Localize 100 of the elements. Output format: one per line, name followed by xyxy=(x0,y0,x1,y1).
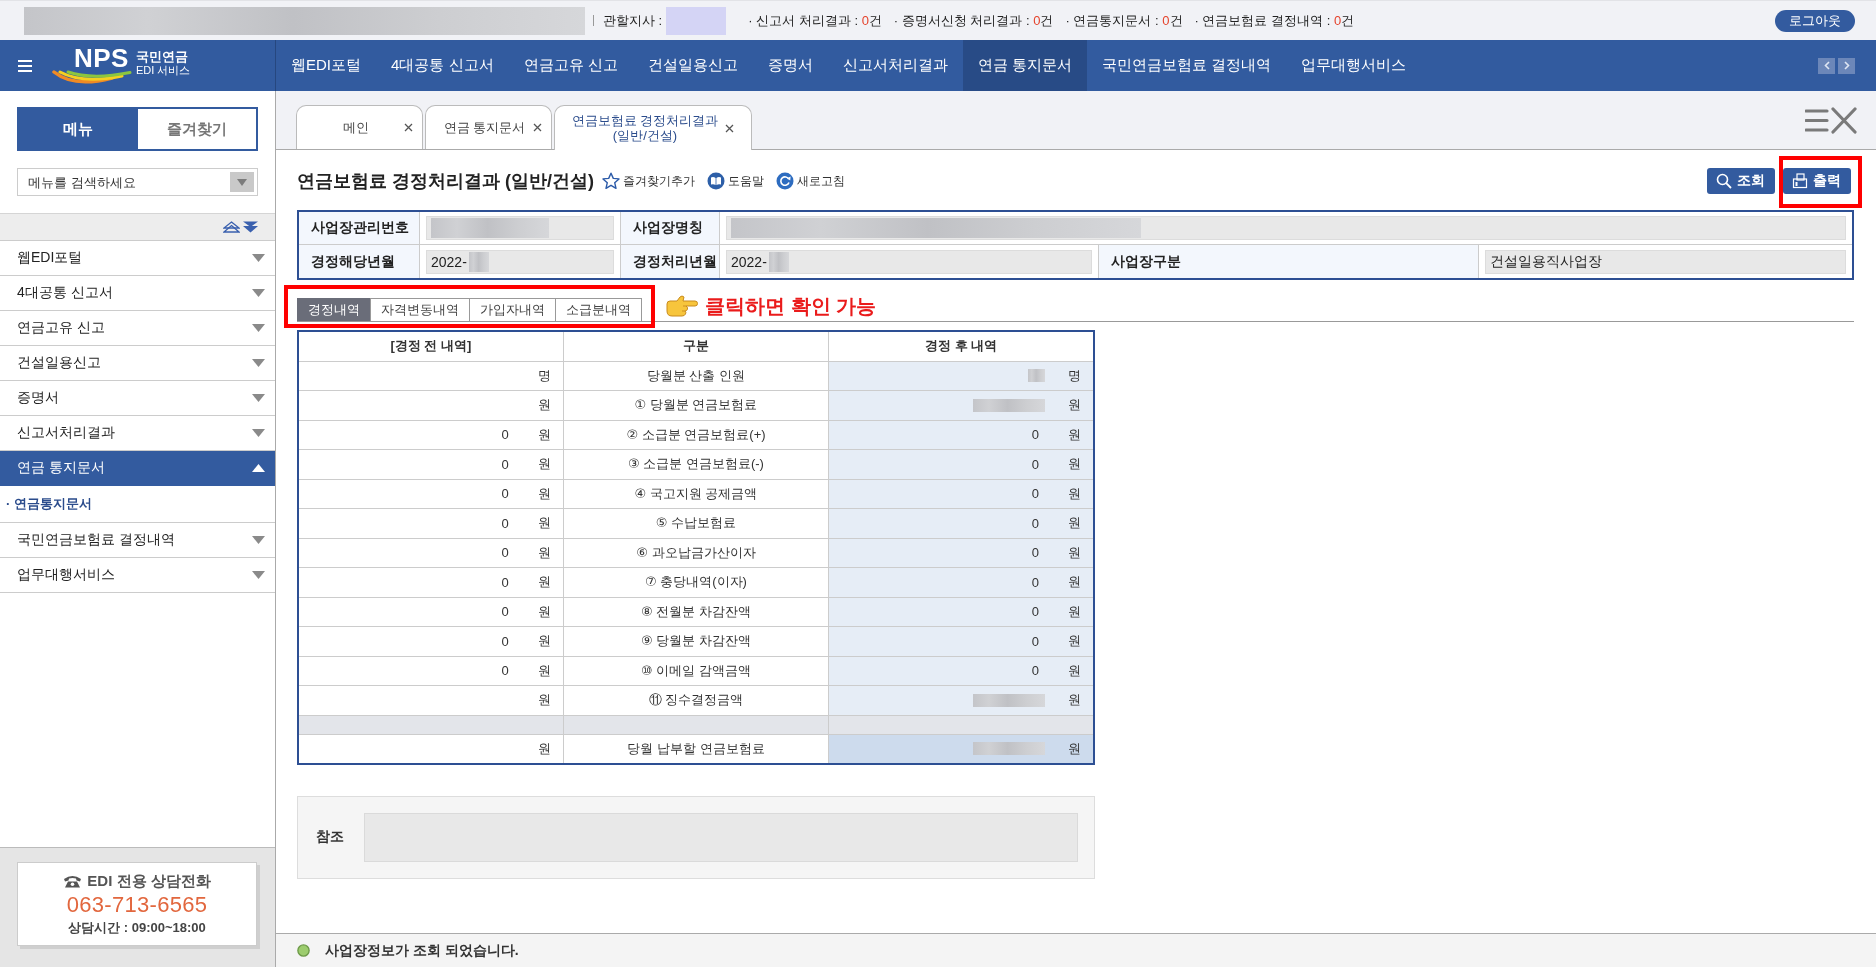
nav-menu-item[interactable]: 건설일용신고 xyxy=(632,40,753,91)
amount-value: 0 xyxy=(1031,663,1039,679)
sidebar-menu-item[interactable]: 건설일용신고 xyxy=(0,346,275,381)
close-icon[interactable] xyxy=(404,123,413,132)
menu-search-field[interactable]: 메뉴를 검색하세요 xyxy=(17,168,258,196)
sidebar-tab[interactable]: 메뉴 xyxy=(19,109,138,149)
logo-name: 국민연금 xyxy=(136,48,189,64)
unit-label: 원 xyxy=(537,573,551,592)
field-value: 2022- xyxy=(431,253,467,270)
table-header-cell: 경정 후 내역 xyxy=(828,331,1094,361)
page-tab[interactable]: 메인 xyxy=(296,105,423,149)
sidebar-menu-item[interactable]: 업무대행서비스 xyxy=(0,558,275,593)
unit-label: 원 xyxy=(537,543,551,562)
dropdown-button[interactable] xyxy=(230,172,254,192)
amount-value: 0 xyxy=(501,574,509,590)
logout-button[interactable]: 로그아웃 xyxy=(1775,9,1855,32)
caret-down-icon xyxy=(252,394,265,402)
unit-label: 원 xyxy=(537,455,551,474)
nav-menu-item[interactable]: 업무대행서비스 xyxy=(1286,40,1422,91)
caret-down-icon xyxy=(252,324,265,332)
printer-icon xyxy=(1792,173,1808,189)
unit-label: 원 xyxy=(537,514,551,533)
unit-label: 원 xyxy=(537,425,551,444)
unit-label: 원 xyxy=(1068,632,1081,651)
annotation-text: 클릭하면 확인 가능 xyxy=(705,295,877,317)
caret-down-icon xyxy=(252,289,265,297)
caret-down-icon xyxy=(252,254,265,262)
unit-label: 원 xyxy=(1068,602,1081,621)
field-label: 경정처리년월 xyxy=(621,245,720,278)
table-cell: ⑧ 전월분 차감잔액 xyxy=(563,597,829,627)
detail-tab[interactable]: 소급분내역 xyxy=(555,298,642,321)
unit-label: 원 xyxy=(1068,514,1081,533)
unit-label: 원 xyxy=(537,661,551,680)
unit-label: 원 xyxy=(1068,573,1081,592)
page-tab[interactable]: 연금보험료 경정처리결과 (일반/건설) xyxy=(554,105,752,150)
nav-menu-item[interactable]: 신고서처리결과 xyxy=(827,40,963,91)
amount-value: 0 xyxy=(501,456,509,472)
nav-menu-item[interactable]: 증명서 xyxy=(752,40,828,91)
menu-close-icon[interactable] xyxy=(1805,106,1857,134)
help-link[interactable]: 도움말 xyxy=(707,172,764,190)
caret-down-icon xyxy=(252,359,265,367)
add-favorite-link[interactable]: 즐겨찾기추가 xyxy=(602,172,695,190)
contact-hours: 상담시간 : 09:00~18:00 xyxy=(68,918,206,937)
nav-menu-item[interactable]: 국민연금보험료 결정내역 xyxy=(1086,40,1287,91)
table-cell: ⑥ 과오납금가산이자 xyxy=(563,538,829,568)
unit-label: 원 xyxy=(1068,543,1081,562)
nav-menu-item[interactable]: 연금고유 신고 xyxy=(508,40,633,91)
sidebar-menu-item[interactable]: 증명서 xyxy=(0,381,275,416)
detail-tab[interactable]: 자격변동내역 xyxy=(370,298,470,321)
table-cell: ⑨ 당월분 차감잔액 xyxy=(563,626,829,656)
amount-value: 0 xyxy=(1031,545,1039,561)
amount-value: 0 xyxy=(501,486,509,502)
refresh-icon xyxy=(776,172,794,190)
branch-label: 관할지사 : xyxy=(603,11,663,30)
sidebar-menu-item[interactable]: 연금고유 신고 xyxy=(0,311,275,346)
field-value: 2022- xyxy=(731,253,767,270)
sidebar-menu-item[interactable]: 웹EDI포털 xyxy=(0,241,275,276)
phone-icon xyxy=(63,874,83,888)
double-triangle-down-icon[interactable] xyxy=(242,221,259,233)
amount-value: 0 xyxy=(1031,486,1039,502)
nav-menu-item[interactable]: 연금 통지문서 xyxy=(962,40,1087,91)
double-triangle-up-icon[interactable] xyxy=(223,221,240,233)
counter-text: · 연금통지문서 : 0건 xyxy=(1065,11,1183,30)
unit-label: 원 xyxy=(1068,739,1081,758)
table-header-cell: 구분 xyxy=(563,331,829,361)
scroll-left-button[interactable] xyxy=(1818,57,1835,74)
menu-icon[interactable] xyxy=(18,59,32,72)
chevron-left-icon xyxy=(1823,61,1830,70)
amount-value: 0 xyxy=(501,633,509,649)
field-label: 사업장관리번호 xyxy=(299,212,420,245)
logo-service-name: EDI 서비스 xyxy=(136,63,191,77)
logo-text: NPS xyxy=(74,47,129,69)
phone-number: 063-713-6565 xyxy=(66,890,208,919)
reference-label: 참조 xyxy=(316,828,345,846)
nav-menu-item[interactable]: 웹EDI포털 xyxy=(276,40,376,91)
nav-menu-item[interactable]: 4대공통 신고서 xyxy=(376,40,509,91)
page-tab[interactable]: 연금 통지문서 xyxy=(425,105,552,149)
caret-up-icon xyxy=(252,464,265,472)
swoosh-icon xyxy=(52,70,132,86)
search-button[interactable]: 조회 xyxy=(1707,168,1775,194)
unit-label: 원 xyxy=(1068,396,1081,415)
sidebar-menu-item[interactable]: 4대공통 신고서 xyxy=(0,276,275,311)
table-header-cell: [경정 전 내역] xyxy=(298,331,564,361)
contact-title: EDI 전용 상담전화 xyxy=(87,871,211,891)
close-icon[interactable] xyxy=(533,123,542,132)
close-icon[interactable] xyxy=(725,123,734,133)
field-value: 건설일용직사업장 xyxy=(1490,252,1602,271)
unit-label: 원 xyxy=(1068,691,1081,710)
amount-value: 0 xyxy=(501,545,509,561)
print-button[interactable]: 출력 xyxy=(1783,168,1851,194)
table-cell: ⑤ 수납보험료 xyxy=(563,508,829,538)
sidebar-menu-item[interactable]: 연금 통지문서 xyxy=(0,451,275,486)
amount-value: 0 xyxy=(501,427,509,443)
refresh-link[interactable]: 새로고침 xyxy=(776,172,845,190)
scroll-right-button[interactable] xyxy=(1838,57,1855,74)
field-label: 사업장명칭 xyxy=(621,212,720,245)
detail-tab[interactable]: 경정내역 xyxy=(297,298,371,321)
sidebar-submenu-item[interactable]: · 연금통지문서 xyxy=(0,486,275,523)
sidebar-menu-item[interactable]: 국민연금보험료 결정내역 xyxy=(0,523,275,558)
unit-label: 원 xyxy=(537,691,551,710)
